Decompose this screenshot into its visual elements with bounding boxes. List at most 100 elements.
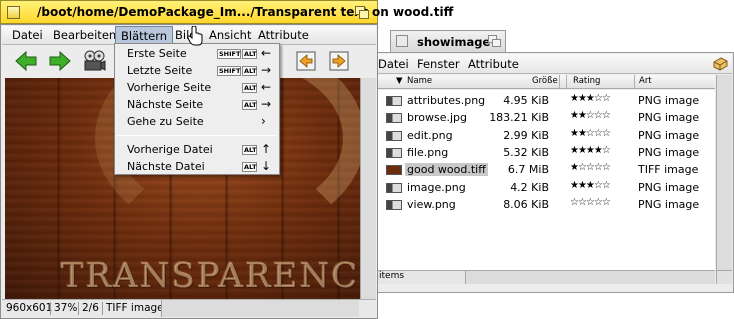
menu-item-label: Letzte Seite (127, 64, 193, 77)
menu-fenster[interactable]: Fenster (417, 57, 460, 71)
menu-datei[interactable]: Datei (12, 28, 43, 42)
viewer-title-tab[interactable]: /boot/home/DemoPackage_Im.../Transparent… (0, 0, 453, 24)
column-header: ▼ Name Größe Rating Art (376, 75, 715, 89)
file-rating[interactable]: ★★★☆☆ (570, 93, 611, 104)
tracker-menubar: Datei Fenster Attribute (376, 54, 732, 74)
resize-handle[interactable] (716, 270, 732, 284)
file-kind: PNG image (638, 111, 700, 125)
file-row[interactable]: file.png 5.32 KiB ★★★★☆ PNG image (376, 144, 715, 161)
file-name: edit.png (407, 128, 453, 142)
previous-page-icon[interactable] (296, 51, 316, 71)
horizontal-scrollbar[interactable] (161, 299, 359, 317)
forward-arrow-icon[interactable] (48, 49, 72, 73)
menu-item[interactable]: Letzte Seite ALT SHIFT → (115, 63, 279, 80)
file-row[interactable]: view.png 8.06 KiB ☆☆☆☆☆ PNG image (376, 196, 715, 213)
file-thumbnail-icon (386, 96, 402, 106)
column-kind[interactable]: Art (639, 76, 652, 86)
file-name: file.png (407, 145, 449, 159)
menu-bearbeiten[interactable]: Bearbeiten (53, 28, 116, 42)
slideshow-projector-icon[interactable] (82, 49, 106, 73)
vertical-scrollbar[interactable] (360, 78, 376, 300)
menu-item-label: Vorherige Seite (127, 81, 212, 94)
file-name: browse.jpg (407, 111, 468, 125)
horizontal-scrollbar[interactable] (466, 270, 715, 284)
file-kind: TIFF image (638, 163, 699, 177)
shortcut-arrow: ↑ (261, 142, 272, 156)
menu-item[interactable]: Erste Seite ALT SHIFT ← (115, 46, 279, 63)
file-name: good wood.tiff (405, 163, 488, 177)
sort-indicator-icon: ▼ (396, 76, 403, 86)
menu-item[interactable]: Vorherige Datei ALT ↑ (115, 142, 279, 159)
tracker-window: showimage Datei Fenster Attribute ▼ Name… (374, 30, 734, 319)
file-size: 8.06 KiB (503, 197, 549, 211)
file-size: 183.21 KiB (489, 111, 549, 125)
file-rating[interactable]: ★★★☆☆ (570, 180, 611, 191)
file-thumbnail-icon (386, 130, 402, 141)
image-text: TRANSPARENC (61, 256, 360, 296)
hand-cursor-icon (187, 26, 203, 46)
column-size[interactable]: Größe (532, 76, 558, 86)
file-kind: PNG image (638, 197, 700, 211)
file-thumbnail-icon (386, 113, 402, 124)
viewer-title: /boot/home/DemoPackage_Im.../Transparent… (37, 5, 454, 19)
status-resolution: 960x601 (6, 302, 53, 314)
file-size: 5.32 KiB (503, 145, 549, 159)
file-size: 6.7 MiB (507, 163, 549, 177)
tracker-title-tab[interactable]: showimage (390, 30, 506, 52)
menu-item[interactable]: Nächste Seite ALT → (115, 97, 279, 114)
column-rating[interactable]: Rating (573, 76, 600, 86)
menu-attribute[interactable]: Attribute (258, 28, 309, 42)
shortcut-key-badge: SHIFT (217, 66, 241, 76)
file-row[interactable]: attributes.png 4.95 KiB ★★★☆☆ PNG image (376, 92, 715, 109)
browse-dropdown-menu: Erste Seite ALT SHIFT ← Letzte Seite ALT SHIFT… (114, 43, 280, 175)
tracker-title: showimage (417, 35, 491, 49)
shortcut-key-badge: ALT (242, 162, 257, 172)
next-page-icon[interactable] (329, 51, 349, 71)
file-rating[interactable]: ★★★★☆ (570, 145, 611, 156)
file-row[interactable]: good wood.tiff 6.7 MiB ★☆☆☆☆ TIFF image (376, 161, 715, 178)
file-row[interactable]: browse.jpg 183.21 KiB ★★☆☆☆ PNG image (376, 109, 715, 126)
menu-item[interactable]: Vorherige Seite ALT ← (115, 80, 279, 97)
menu-item-label: Vorherige Datei (127, 143, 213, 156)
tracker-frame: Datei Fenster Attribute ▼ Name Größe Rat… (374, 52, 734, 293)
menu-attribute[interactable]: Attribute (468, 57, 519, 71)
shortcut-key-badge: ALT (242, 83, 257, 93)
zoom-icon[interactable] (488, 35, 501, 47)
file-row[interactable]: edit.png 2.99 KiB ★★☆☆☆ PNG image (376, 127, 715, 144)
file-rating[interactable]: ★★☆☆☆ (570, 110, 611, 121)
menu-item-label: Erste Seite (127, 47, 187, 60)
file-kind: PNG image (638, 180, 700, 194)
menu-datei[interactable]: Datei (378, 57, 409, 71)
shortcut-key-badge: ALT (242, 145, 257, 155)
menu-item[interactable]: Nächste Datei ALT ↓ (115, 159, 279, 176)
file-thumbnail-icon (386, 147, 402, 158)
column-name[interactable]: Name (407, 76, 432, 86)
shortcut-key-badge: ALT (242, 66, 257, 76)
back-arrow-icon[interactable] (14, 49, 38, 73)
menu-item[interactable]: Gehe zu Seite › (115, 114, 279, 131)
file-name: attributes.png (407, 94, 486, 107)
close-icon[interactable] (7, 6, 20, 19)
file-thumbnail-icon (386, 165, 402, 176)
close-icon[interactable] (396, 35, 408, 47)
tracker-icon[interactable] (712, 56, 729, 72)
shortcut-arrow: ← (261, 80, 272, 94)
menu-item-label: Nächste Seite (127, 98, 204, 111)
shortcut-arrow: ↓ (261, 159, 272, 173)
file-kind: PNG image (638, 94, 700, 107)
item-count: items (379, 271, 405, 281)
file-thumbnail-icon (386, 182, 402, 193)
file-thumbnail-icon (386, 199, 402, 210)
file-row[interactable]: image.png 4.2 KiB ★★★☆☆ PNG image (376, 179, 715, 196)
menu-divider (117, 135, 277, 136)
menu-ansicht[interactable]: Ansicht (209, 28, 251, 42)
file-rating[interactable]: ☆☆☆☆☆ (570, 197, 611, 208)
file-rating[interactable]: ★★☆☆☆ (570, 128, 611, 139)
file-rating[interactable]: ★☆☆☆☆ (570, 162, 611, 173)
menu-blaettern[interactable]: Blättern (115, 26, 174, 44)
zoom-icon[interactable] (355, 6, 369, 19)
shortcut-key-badge: SHIFT (217, 49, 241, 59)
menu-item-label: Gehe zu Seite (127, 115, 204, 128)
vertical-scrollbar[interactable] (716, 75, 732, 270)
menu-item-label: Nächste Datei (127, 160, 205, 173)
